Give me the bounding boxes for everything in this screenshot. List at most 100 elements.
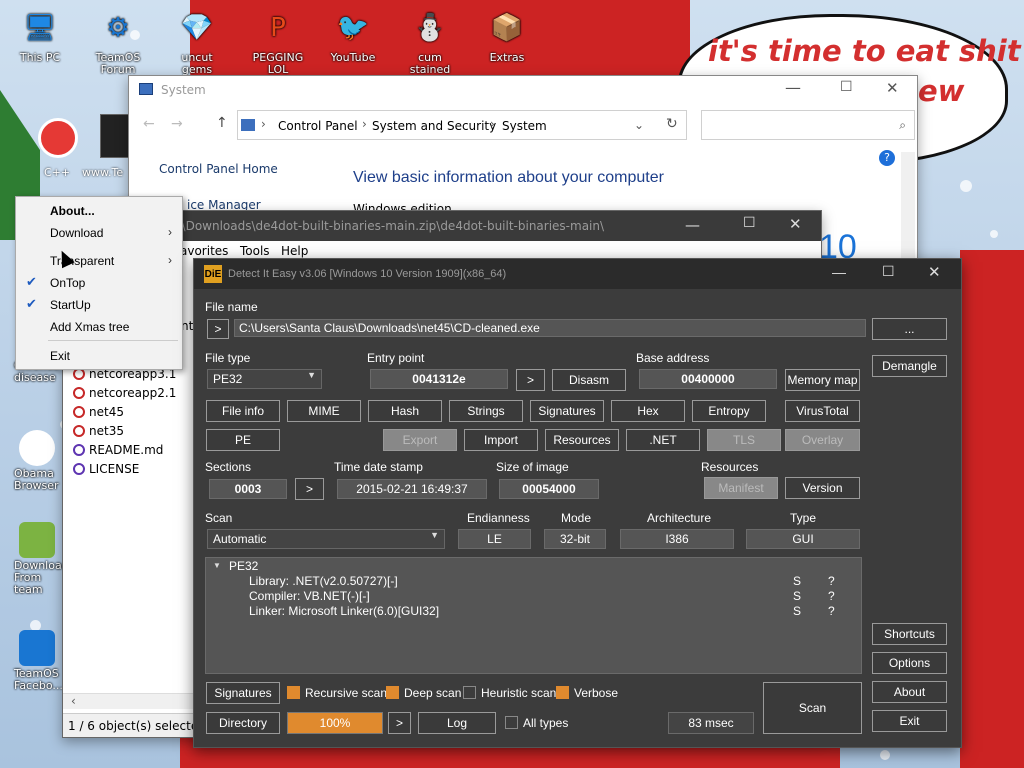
context-menu-item-transparent[interactable]: Transparent › bbox=[16, 250, 182, 272]
pe-button[interactable]: PE bbox=[206, 429, 280, 451]
file-path-input[interactable]: C:\Users\Santa Claus\Downloads\net45\CD-… bbox=[234, 319, 866, 337]
log-button[interactable]: Log bbox=[418, 712, 496, 734]
version-button[interactable]: Version bbox=[785, 477, 860, 499]
entry-point-go-button[interactable]: > bbox=[516, 369, 545, 391]
demangle-button[interactable]: Demangle bbox=[872, 355, 947, 377]
list-item[interactable]: net45 bbox=[73, 403, 124, 421]
desktop-icon-6[interactable]: 📦 Extras bbox=[475, 6, 539, 64]
button-hash[interactable]: Hash bbox=[368, 400, 442, 422]
context-menu-item-exit[interactable]: Exit bbox=[16, 345, 182, 367]
close-icon[interactable]: ✕ bbox=[886, 79, 899, 97]
button-file-info[interactable]: File info bbox=[206, 400, 280, 422]
all-types-checkbox[interactable] bbox=[505, 716, 518, 729]
context-menu-item-ontop[interactable]: ✔ OnTop bbox=[16, 272, 182, 294]
close-icon[interactable]: ✕ bbox=[789, 215, 802, 233]
menu-tools[interactable]: Tools bbox=[240, 244, 270, 258]
result-s-flag[interactable]: S bbox=[793, 589, 801, 603]
button-import[interactable]: Import bbox=[464, 429, 538, 451]
breadcrumb-control-panel[interactable]: Control Panel bbox=[278, 119, 358, 133]
up-arrow-icon[interactable]: ↑ bbox=[216, 115, 228, 131]
desktop-icon-left-1[interactable]: Obama Browser bbox=[4, 430, 70, 492]
minimize-icon[interactable]: — bbox=[785, 78, 801, 97]
button-strings[interactable]: Strings bbox=[449, 400, 523, 422]
desktop-icon-left-2[interactable]: Download From team bbox=[4, 522, 70, 596]
file-type-select[interactable]: PE32 ▼ bbox=[207, 369, 322, 389]
system-titlebar[interactable]: System — ☐ ✕ bbox=[129, 76, 917, 104]
address-bar[interactable]: › Control Panel › System and Security › … bbox=[237, 110, 687, 140]
desktop-icon-left-3[interactable]: TeamOS Facebo... bbox=[4, 630, 70, 692]
scroll-left-icon[interactable]: ‹ bbox=[71, 694, 76, 708]
button--net[interactable]: .NET bbox=[626, 429, 700, 451]
desktop-icon-2[interactable]: 💎 uncut gems bbox=[165, 6, 229, 76]
signatures-bottom-button[interactable]: Signatures bbox=[206, 682, 280, 704]
browse-button[interactable]: ... bbox=[872, 318, 947, 340]
maximize-icon[interactable]: ☐ bbox=[840, 79, 853, 95]
minimize-icon[interactable]: — bbox=[685, 216, 700, 234]
list-item[interactable]: net35 bbox=[73, 422, 124, 440]
scan-mode-select[interactable]: Automatic ▼ bbox=[207, 529, 445, 549]
menu-favorites[interactable]: avorites bbox=[180, 244, 228, 258]
deep-scan-checkbox[interactable] bbox=[386, 686, 399, 699]
desktop-icon-0[interactable]: 🖥 This PC bbox=[8, 6, 72, 64]
desktop-icon-cpp[interactable] bbox=[38, 118, 78, 158]
chevron-down-icon[interactable]: ⌄ bbox=[634, 118, 644, 132]
scan-button[interactable]: Scan bbox=[763, 682, 862, 734]
progress-go-button[interactable]: > bbox=[388, 712, 411, 734]
context-menu-item-download[interactable]: Download › bbox=[16, 222, 182, 244]
exit-button[interactable]: Exit bbox=[872, 710, 947, 732]
breadcrumb-system[interactable]: System bbox=[502, 119, 547, 133]
close-icon[interactable]: ✕ bbox=[928, 263, 941, 281]
button-entropy[interactable]: Entropy bbox=[692, 400, 766, 422]
back-arrow-icon[interactable]: ← bbox=[143, 116, 155, 132]
button-mime[interactable]: MIME bbox=[287, 400, 361, 422]
sections-go-button[interactable]: > bbox=[295, 478, 324, 500]
horizontal-scrollbar[interactable]: ‹ bbox=[63, 693, 193, 709]
recursive-scan-checkbox[interactable] bbox=[287, 686, 300, 699]
button-virustotal[interactable]: VirusTotal bbox=[785, 400, 860, 422]
shortcuts-button[interactable]: Shortcuts bbox=[872, 623, 947, 645]
button-overlay[interactable]: Overlay bbox=[785, 429, 860, 451]
desktop-icon-www[interactable] bbox=[100, 114, 130, 158]
help-icon[interactable]: ? bbox=[879, 150, 895, 166]
scan-results-tree[interactable]: ▼ PE32 Library: .NET(v2.0.50727)[-] S? Com… bbox=[205, 557, 862, 674]
forward-arrow-icon[interactable]: → bbox=[171, 116, 183, 132]
button-signatures[interactable]: Signatures bbox=[530, 400, 604, 422]
result-s-flag[interactable]: S bbox=[793, 574, 801, 588]
memory-map-button[interactable]: Memory map bbox=[785, 369, 860, 391]
button-resources[interactable]: Resources bbox=[545, 429, 619, 451]
result-info-flag[interactable]: ? bbox=[828, 589, 835, 603]
desktop-icon-5[interactable]: ⛄ cum stained bbox=[398, 6, 462, 76]
maximize-icon[interactable]: ☐ bbox=[882, 263, 895, 280]
heuristic-scan-checkbox[interactable] bbox=[463, 686, 476, 699]
directory-button[interactable]: Directory bbox=[206, 712, 280, 734]
manifest-button[interactable]: Manifest bbox=[704, 477, 778, 499]
die-titlebar[interactable]: DiE Detect It Easy v3.06 [Windows 10 Ver… bbox=[194, 259, 961, 289]
search-input[interactable]: ⌕ bbox=[701, 110, 915, 140]
list-item[interactable]: README.md bbox=[73, 441, 163, 459]
options-button[interactable]: Options bbox=[872, 652, 947, 674]
desktop-icon-1[interactable]: ⚙ TeamOS Forum bbox=[86, 6, 150, 76]
tree-collapse-icon[interactable]: ▼ bbox=[213, 561, 221, 570]
cp-home-link[interactable]: Control Panel Home bbox=[159, 162, 278, 176]
button-hex[interactable]: Hex bbox=[611, 400, 685, 422]
desktop-icon-4[interactable]: 🐦 YouTube bbox=[321, 6, 385, 64]
verbose-checkbox[interactable] bbox=[556, 686, 569, 699]
context-menu-item-add-xmas-tree[interactable]: Add Xmas tree bbox=[16, 316, 182, 338]
breadcrumb-system-security[interactable]: System and Security bbox=[372, 119, 496, 133]
desktop-icon-3[interactable]: P PEGGING LOL bbox=[246, 6, 310, 76]
refresh-icon[interactable]: ↻ bbox=[666, 116, 678, 132]
result-info-flag[interactable]: ? bbox=[828, 574, 835, 588]
maximize-icon[interactable]: ☐ bbox=[743, 215, 756, 231]
minimize-icon[interactable]: — bbox=[832, 264, 846, 280]
context-menu-item-about-[interactable]: About... bbox=[16, 200, 182, 222]
menu-help[interactable]: Help bbox=[281, 244, 308, 258]
disasm-button[interactable]: Disasm bbox=[552, 369, 626, 391]
list-item[interactable]: LICENSE bbox=[73, 460, 139, 478]
button-tls[interactable]: TLS bbox=[707, 429, 781, 451]
list-item[interactable]: netcoreapp2.1 bbox=[73, 384, 176, 402]
context-menu-item-startup[interactable]: ✔ StartUp bbox=[16, 294, 182, 316]
button-export[interactable]: Export bbox=[383, 429, 457, 451]
about-button[interactable]: About bbox=[872, 681, 947, 703]
result-info-flag[interactable]: ? bbox=[828, 604, 835, 618]
open-file-go-button[interactable]: > bbox=[207, 319, 229, 339]
